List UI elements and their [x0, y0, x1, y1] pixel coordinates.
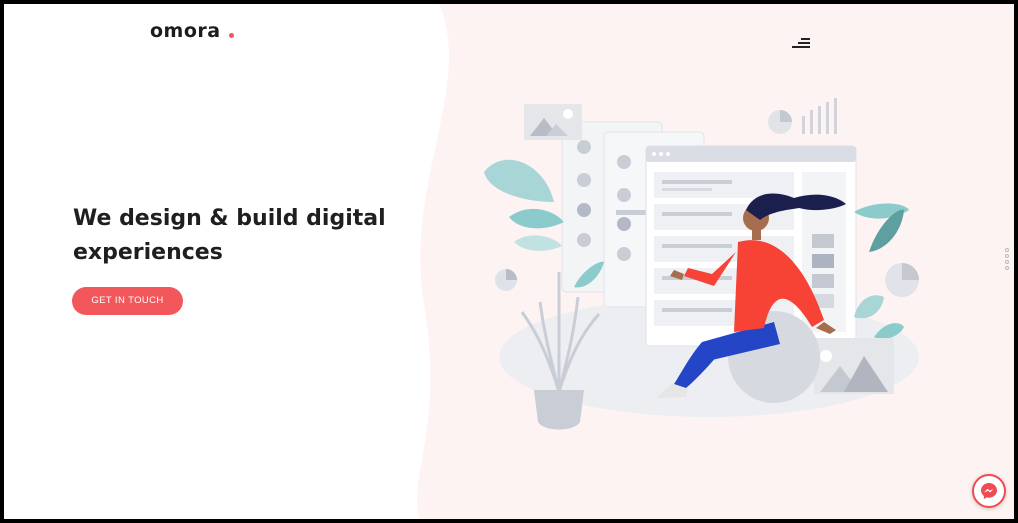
hamburger-menu-icon[interactable]: [790, 36, 810, 50]
page-scroll-indicator[interactable]: [1005, 248, 1011, 278]
brand-logo[interactable]: omora: [150, 20, 221, 42]
get-in-touch-button[interactable]: GET IN TOUCH: [72, 287, 183, 315]
messenger-icon: [981, 483, 997, 499]
scroll-dot[interactable]: [1005, 254, 1009, 258]
hero-illustration: [484, 98, 919, 430]
hero-headline: We design & build digital experiences: [73, 206, 386, 265]
scroll-dot[interactable]: [1005, 248, 1009, 252]
page: omora We design & build digital experien…: [4, 4, 1014, 519]
messenger-chat-button[interactable]: [972, 474, 1006, 508]
scroll-dot[interactable]: [1005, 266, 1009, 270]
brand-logo-dot: [229, 33, 234, 38]
scroll-dot[interactable]: [1005, 260, 1009, 264]
